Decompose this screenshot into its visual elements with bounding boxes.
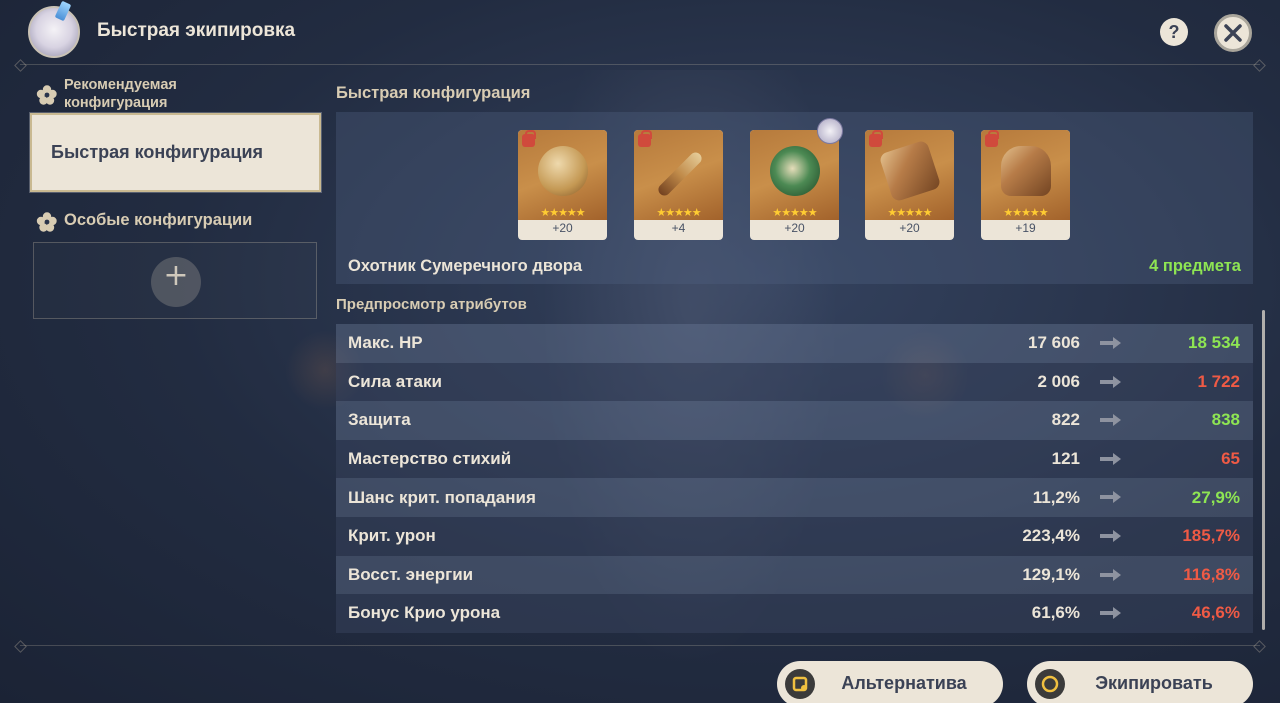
recommended-config-heading: Рекомендуемая конфигурация	[36, 76, 236, 112]
artifact-card-circlet[interactable]: ★★★★★ +19	[981, 130, 1070, 240]
help-button[interactable]: ?	[1160, 18, 1188, 46]
artifact-set-row: Охотник Сумеречного двора 4 предмета	[336, 258, 1253, 284]
arrow-right-icon	[1100, 607, 1121, 620]
rarity-stars: ★★★★★	[772, 206, 817, 219]
special-configs-heading: Особые конфигурации	[36, 211, 252, 233]
stat-current-value: 129,1%	[1022, 564, 1080, 584]
equip-label: Экипировать	[1095, 673, 1213, 693]
stat-new-value: 27,9%	[1191, 487, 1240, 507]
artifact-panel: ★★★★★ +20 ★★★★★ +4 ★★★★★ +20 ★★★★★ +20 ★…	[336, 112, 1253, 258]
stat-current-value: 223,4%	[1022, 526, 1080, 546]
arrow-right-icon	[1100, 491, 1121, 504]
character-avatar	[28, 6, 80, 58]
stat-new-value: 46,6%	[1191, 603, 1240, 623]
stat-label: Шанс крит. попадания	[348, 487, 536, 507]
special-config-slot: +	[33, 242, 317, 319]
stats-table: Макс. HP 17 606 18 534 Сила атаки 2 006 …	[336, 324, 1253, 633]
rarity-stars: ★★★★★	[656, 206, 701, 219]
stat-new-value: 65	[1221, 449, 1240, 469]
arrow-right-icon	[1100, 414, 1121, 427]
equipped-character-icon	[817, 118, 843, 144]
stat-row-cryo-dmg-bonus: Бонус Крио урона 61,6% 46,6%	[336, 594, 1253, 633]
stat-label: Сила атаки	[348, 371, 442, 391]
stat-row-def: Защита 822 838	[336, 401, 1253, 440]
stat-new-value: 185,7%	[1182, 526, 1240, 546]
artifact-card-goblet[interactable]: ★★★★★ +20	[865, 130, 954, 240]
close-icon	[1224, 24, 1242, 42]
stat-new-value: 1 722	[1197, 371, 1240, 391]
stat-current-value: 11,2%	[1032, 487, 1080, 507]
rarity-stars: ★★★★★	[1003, 206, 1048, 219]
arrow-right-icon	[1100, 337, 1121, 349]
quick-config-title: Быстрая конфигурация	[336, 84, 531, 102]
attributes-preview-title: Предпросмотр атрибутов	[336, 296, 527, 313]
artifact-level: +4	[671, 221, 686, 235]
flower-icon	[36, 212, 57, 232]
lock-icon	[522, 130, 536, 147]
stat-current-value: 2 006	[1037, 371, 1080, 391]
question-icon: ?	[1168, 22, 1180, 42]
rarity-stars: ★★★★★	[540, 206, 585, 219]
stat-row-energy-recharge: Восст. энергии 129,1% 116,8%	[336, 555, 1253, 595]
stat-label: Макс. HP	[348, 333, 423, 353]
stat-row-crit-dmg: Крит. урон 223,4% 185,7%	[336, 516, 1253, 556]
footer-divider	[20, 645, 1260, 646]
stat-current-value: 17 606	[1028, 333, 1080, 353]
page-title: Быстрая экипировка	[97, 20, 296, 41]
flower-icon	[36, 85, 57, 105]
stat-current-value: 121	[1051, 449, 1080, 469]
stat-label: Защита	[348, 410, 411, 430]
close-button[interactable]	[1214, 14, 1252, 52]
stat-new-value: 18 534	[1188, 333, 1240, 353]
set-count: 4 предмета	[1149, 258, 1241, 275]
plus-icon: +	[163, 258, 189, 293]
stat-row-elemental-mastery: Мастерство стихий 121 65	[336, 439, 1253, 479]
stats-scrollbar[interactable]	[1262, 310, 1265, 630]
recommended-config-label: Рекомендуемая конфигурация	[64, 77, 177, 111]
artifact-level: +20	[552, 221, 573, 235]
rarity-stars: ★★★★★	[887, 206, 932, 219]
special-configs-label: Особые конфигурации	[64, 211, 253, 229]
alternative-button[interactable]: Альтернатива	[777, 661, 1003, 703]
sidebar-item-label: Быстрая конфигурация	[51, 142, 264, 162]
arrow-right-icon	[1100, 529, 1121, 542]
set-name: Охотник Сумеречного двора	[348, 258, 583, 275]
equip-button[interactable]: Экипировать	[1027, 661, 1253, 703]
stat-label: Бонус Крио урона	[348, 603, 501, 623]
stat-current-value: 61,6%	[1031, 603, 1080, 623]
stat-label: Мастерство стихий	[348, 449, 512, 469]
arrow-right-icon	[1100, 452, 1121, 465]
alternative-label: Альтернатива	[841, 673, 967, 693]
artifact-level: +20	[899, 221, 920, 235]
stat-row-crit-rate: Шанс крит. попадания 11,2% 27,9%	[336, 478, 1253, 517]
sidebar-item-quick-config[interactable]: Быстрая конфигурация	[30, 113, 321, 192]
header: Быстрая экипировка ?	[0, 0, 1280, 64]
stat-new-value: 838	[1211, 410, 1240, 430]
stat-new-value: 116,8%	[1183, 564, 1240, 584]
artifact-level: +20	[784, 221, 805, 235]
add-config-button[interactable]: +	[151, 257, 201, 307]
artifact-card-plume[interactable]: ★★★★★ +4	[634, 130, 723, 240]
arrow-right-icon	[1100, 375, 1121, 388]
artifact-card-sands[interactable]: ★★★★★ +20	[750, 118, 843, 240]
arrow-right-icon	[1100, 568, 1121, 581]
stat-label: Крит. урон	[348, 526, 436, 546]
stat-row-atk: Сила атаки 2 006 1 722	[336, 362, 1253, 402]
artifact-level: +19	[1015, 221, 1036, 235]
artifact-card-flower[interactable]: ★★★★★ +20	[518, 130, 607, 240]
stat-current-value: 822	[1051, 410, 1080, 430]
stat-row-max-hp: Макс. HP 17 606 18 534	[336, 324, 1253, 363]
lock-icon	[869, 130, 883, 147]
stat-label: Восст. энергии	[348, 564, 474, 584]
header-divider	[20, 64, 1260, 65]
lock-icon	[985, 130, 999, 147]
lock-icon	[638, 130, 652, 147]
